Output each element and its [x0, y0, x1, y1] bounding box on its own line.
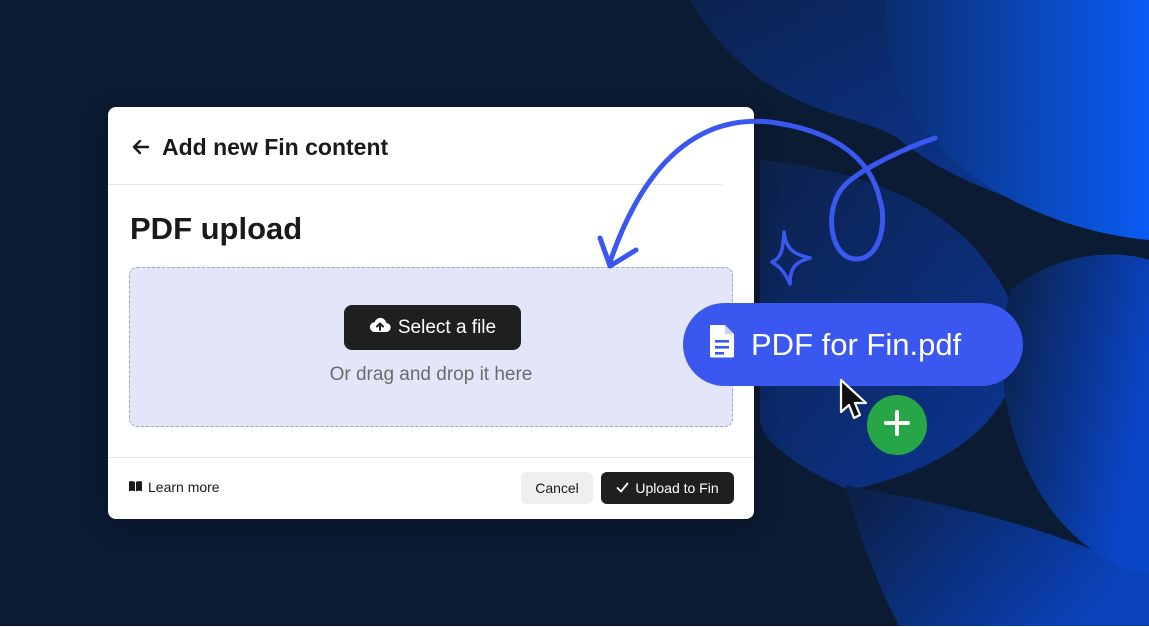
mouse-pointer-icon	[839, 378, 868, 420]
upload-to-fin-button[interactable]: Upload to Fin	[601, 472, 734, 504]
document-icon	[707, 323, 737, 367]
cloud-upload-icon	[369, 316, 391, 340]
check-icon	[616, 480, 629, 496]
plus-icon	[883, 409, 911, 442]
section-title: PDF upload	[130, 211, 303, 246]
header-divider	[108, 184, 722, 185]
dragged-pdf-file[interactable]: PDF for Fin.pdf	[683, 303, 1023, 386]
cancel-button[interactable]: Cancel	[521, 472, 593, 504]
upload-label: Upload to Fin	[635, 480, 719, 496]
dialog-title: Add new Fin content	[162, 133, 389, 160]
add-content-dialog: Add new Fin content PDF upload Select a …	[108, 107, 754, 519]
add-badge	[867, 395, 927, 455]
back-arrow-icon[interactable]	[130, 136, 152, 158]
select-file-button[interactable]: Select a file	[344, 305, 521, 350]
cancel-label: Cancel	[535, 480, 579, 496]
book-icon	[128, 479, 143, 495]
drop-hint: Or drag and drop it here	[329, 364, 533, 385]
learn-more-label: Learn more	[148, 479, 220, 495]
footer-divider	[108, 457, 754, 458]
select-file-label: Select a file	[397, 316, 497, 338]
dragged-file-name: PDF for Fin.pdf	[751, 326, 962, 362]
pdf-dropzone[interactable]: Select a file Or drag and drop it here	[129, 267, 733, 427]
dialog-header: Add new Fin content	[130, 129, 388, 165]
learn-more-link[interactable]: Learn more	[128, 479, 220, 495]
